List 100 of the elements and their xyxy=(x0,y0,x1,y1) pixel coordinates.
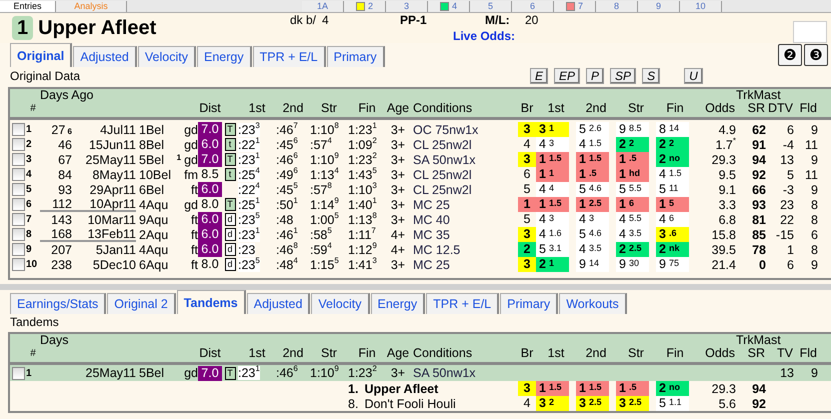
checkbox[interactable] xyxy=(12,243,24,256)
age: 3+ xyxy=(390,212,406,226)
speed-rating: 94 xyxy=(752,382,766,396)
row-number: 6 xyxy=(26,199,33,210)
call-position: 4 3 xyxy=(576,212,609,227)
numbered-button[interactable]: ❷ xyxy=(778,44,802,66)
column-header: DTV xyxy=(768,102,794,114)
view-tab[interactable]: Energy xyxy=(196,46,252,67)
view-tab[interactable]: Workouts xyxy=(559,293,627,314)
odds: 9.5 xyxy=(718,168,736,182)
dtv-value: 5 xyxy=(787,168,794,182)
speed-rating: 0 xyxy=(759,258,766,272)
checkbox[interactable] xyxy=(12,213,24,226)
race-date: 25May11 xyxy=(86,366,136,380)
section-title: Original Data xyxy=(10,69,82,83)
age: 4+ xyxy=(390,242,406,256)
speed-rating: 91 xyxy=(752,138,766,152)
race-tab[interactable]: 5 xyxy=(470,1,512,12)
days-ago: 93 xyxy=(58,182,72,196)
race-tab[interactable]: 6 xyxy=(512,1,554,12)
checkbox[interactable] xyxy=(12,198,24,211)
view-tab[interactable]: TPR + E/L xyxy=(252,46,326,67)
row-number: 1 xyxy=(26,124,33,135)
race-tab[interactable]: 3 xyxy=(386,1,428,12)
race-tab[interactable]: 9 xyxy=(638,1,680,12)
dtv-value: 23 xyxy=(780,198,794,212)
row-number: 9 xyxy=(26,244,33,255)
race-date: 5Dec10 xyxy=(92,258,136,272)
race-conditions: MC 25 xyxy=(412,258,451,272)
race-tab[interactable]: 1A xyxy=(302,1,344,12)
distance: 8.5 xyxy=(200,167,220,182)
age: 3+ xyxy=(390,152,406,166)
column-header: # xyxy=(30,102,36,114)
checkbox[interactable] xyxy=(12,183,24,196)
checkbox[interactable] xyxy=(12,138,24,151)
pace-filter-button[interactable]: SP xyxy=(610,68,636,84)
track-condition: gd xyxy=(184,122,198,136)
checkbox[interactable] xyxy=(12,168,24,181)
call-position: 5 1.1 xyxy=(656,396,689,411)
fraction-time: :48 xyxy=(276,212,294,226)
track: 1Bel xyxy=(138,122,164,136)
fraction-time: :23$^{1}$ xyxy=(238,366,260,380)
view-tab[interactable]: Primary xyxy=(500,293,558,314)
checkbox[interactable] xyxy=(12,123,24,136)
race-tab[interactable]: 10 xyxy=(680,1,722,12)
odds: 39.5 xyxy=(712,242,736,256)
post-position: 4 xyxy=(522,137,532,152)
view-tab[interactable]: Original xyxy=(10,43,72,67)
pace-filter-button[interactable]: E xyxy=(530,68,548,84)
fraction-time: :23$^{3}$ xyxy=(238,122,260,136)
numbered-button[interactable]: ❸ xyxy=(804,44,828,66)
column-header: 2nd xyxy=(586,346,606,360)
view-tab[interactable]: Velocity xyxy=(138,46,196,67)
race-tab[interactable]: 4 xyxy=(428,1,470,12)
section-title: Tandems xyxy=(10,315,59,329)
filter-button[interactable]: U xyxy=(684,68,703,84)
age: 4+ xyxy=(390,228,406,242)
view-tab[interactable]: Adjusted xyxy=(246,293,310,314)
view-tab[interactable]: Velocity xyxy=(311,293,370,314)
call-position: 2 nk xyxy=(656,242,689,257)
pace-filter-button[interactable]: S xyxy=(642,68,660,84)
surface-tag: t xyxy=(224,138,236,151)
view-tab[interactable]: TPR + E/L xyxy=(426,293,500,314)
top-tab[interactable]: Entries xyxy=(0,1,56,12)
age: 3+ xyxy=(390,198,406,212)
fraction-time: :49$^{6}$ xyxy=(276,168,298,182)
track: 6Aqu xyxy=(138,258,168,272)
race-tab[interactable]: 2 xyxy=(344,1,386,12)
call-position: 1 1.5 xyxy=(576,152,609,167)
age: 3+ xyxy=(390,182,406,196)
pace-filter-button[interactable]: EP xyxy=(554,68,580,84)
view-tab[interactable]: Tandems xyxy=(176,290,246,314)
fraction-time: :58$^{5}$ xyxy=(310,228,332,242)
race-tab[interactable]: 7 xyxy=(554,1,596,12)
race-conditions: CL 25nw2l xyxy=(412,182,473,196)
days-ago: 84 xyxy=(58,168,72,182)
horse-name: Upper Afleet xyxy=(38,16,156,40)
speed-rating: 66 xyxy=(752,182,766,196)
column-header: Dist xyxy=(199,346,221,360)
view-tab[interactable]: Original 2 xyxy=(107,293,176,314)
view-tab[interactable]: Adjusted xyxy=(73,46,137,67)
checkbox[interactable] xyxy=(12,258,24,271)
view-tab[interactable]: Primary xyxy=(326,46,385,67)
checkbox[interactable] xyxy=(12,366,24,380)
row-number: 10 xyxy=(26,259,38,270)
track: 6Bel xyxy=(138,182,164,196)
checkbox[interactable] xyxy=(12,228,24,241)
post-position: 1 xyxy=(518,197,536,212)
surface-tag: T xyxy=(224,366,236,380)
fraction-time: 1:23$^{1}$ xyxy=(348,122,377,136)
view-tab[interactable]: Earnings/Stats xyxy=(10,293,106,314)
view-tab[interactable]: Energy xyxy=(370,293,426,314)
pace-filter-button[interactable]: P xyxy=(586,68,604,84)
race-date: 25May11 xyxy=(86,152,136,166)
race-tab[interactable]: 8 xyxy=(596,1,638,12)
checkbox[interactable] xyxy=(12,153,24,166)
dtv-value: -15 xyxy=(776,228,794,242)
fraction-time: :46$^{6}$ xyxy=(276,152,298,166)
column-header: 1st xyxy=(248,346,266,360)
age: 3+ xyxy=(390,138,406,152)
